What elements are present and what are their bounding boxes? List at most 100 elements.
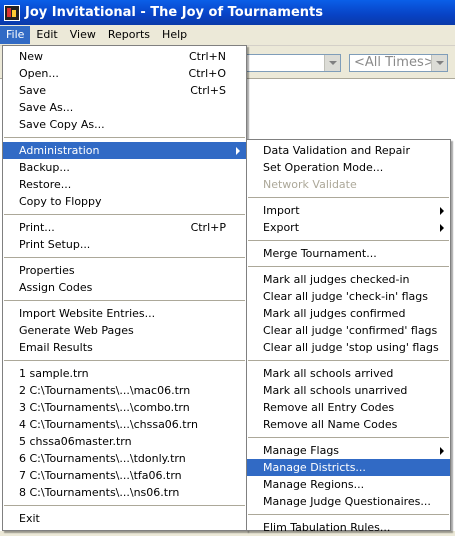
menu-item-import-website-entries[interactable]: Import Website Entries... [3, 305, 246, 322]
menu-item-save-copy-as[interactable]: Save Copy As... [3, 116, 246, 133]
menu-item-label: 1 sample.trn [19, 367, 89, 380]
menu-item-label: Data Validation and Repair [263, 144, 410, 157]
filter-combo[interactable] [246, 54, 341, 72]
menu-item-shortcut: Ctrl+P [190, 221, 226, 234]
menu-item-new[interactable]: New Ctrl+N [3, 48, 246, 65]
menu-item-administration[interactable]: Administration [3, 142, 246, 159]
menu-separator [4, 137, 245, 138]
menu-item-clear-all-judge-check-in-flags[interactable]: Clear all judge 'check-in' flags [247, 288, 450, 305]
menu-item-7-c-tournaments-tfa06-trn[interactable]: 7 C:\Tournaments\...\tfa06.trn [3, 467, 246, 484]
menu-item-elim-tabulation-rules[interactable]: Elim Tabulation Rules... [247, 519, 450, 536]
menu-item-label: New [19, 50, 43, 63]
menu-item-8-c-tournaments-ns06-trn[interactable]: 8 C:\Tournaments\...\ns06.trn [3, 484, 246, 501]
menu-item-label: Email Results [19, 341, 93, 354]
menu-item-3-c-tournaments-combo-trn[interactable]: 3 C:\Tournaments\...\combo.trn [3, 399, 246, 416]
menu-item-exit[interactable]: Exit [3, 510, 246, 527]
menu-item-manage-judge-questionaires[interactable]: Manage Judge Questionaires... [247, 493, 450, 510]
times-combo[interactable]: <All Times> [349, 54, 448, 72]
menu-item-4-c-tournaments-chssa06-trn[interactable]: 4 C:\Tournaments\...\chssa06.trn [3, 416, 246, 433]
menu-help[interactable]: Help [156, 26, 193, 44]
menu-item-label: Network Validate [263, 178, 357, 191]
menu-item-label: 7 C:\Tournaments\...\tfa06.trn [19, 469, 182, 482]
menu-separator [248, 240, 449, 241]
menu-item-5-chssa06master-trn[interactable]: 5 chssa06master.trn [3, 433, 246, 450]
menu-item-manage-flags[interactable]: Manage Flags [247, 442, 450, 459]
chevron-down-icon[interactable] [431, 55, 447, 71]
menu-view[interactable]: View [64, 26, 102, 44]
menu-item-restore[interactable]: Restore... [3, 176, 246, 193]
menu-item-label: Remove all Entry Codes [263, 401, 395, 414]
menu-item-print[interactable]: Print... Ctrl+P [3, 219, 246, 236]
menu-item-label: Mark all schools unarrived [263, 384, 408, 397]
times-combo-value: <All Times> [354, 55, 435, 70]
menu-item-label: Manage Flags [263, 444, 340, 457]
menu-separator [4, 257, 245, 258]
menu-item-export[interactable]: Export [247, 219, 450, 236]
menu-item-properties[interactable]: Properties [3, 262, 246, 279]
menu-file[interactable]: File [0, 26, 31, 44]
menu-separator [4, 360, 245, 361]
menu-item-label: 2 C:\Tournaments\...\mac06.trn [19, 384, 191, 397]
menu-item-save[interactable]: Save Ctrl+S [3, 82, 246, 99]
menu-item-6-c-tournaments-tdonly-trn[interactable]: 6 C:\Tournaments\...\tdonly.trn [3, 450, 246, 467]
menu-separator [4, 300, 245, 301]
menu-item-label: Restore... [19, 178, 72, 191]
chevron-right-icon [440, 447, 444, 455]
menu-item-remove-all-entry-codes[interactable]: Remove all Entry Codes [247, 399, 450, 416]
menu-item-label: Print Setup... [19, 238, 91, 251]
chevron-right-icon [236, 147, 240, 155]
menu-item-email-results[interactable]: Email Results [3, 339, 246, 356]
menu-item-label: Import Website Entries... [19, 307, 156, 320]
menu-item-shortcut: Ctrl+S [190, 84, 226, 97]
menu-item-label: Elim Tabulation Rules... [263, 521, 391, 534]
menu-edit[interactable]: Edit [30, 26, 63, 44]
menu-reports[interactable]: Reports [102, 26, 156, 44]
menu-item-label: Mark all schools arrived [263, 367, 394, 380]
chevron-down-icon[interactable] [324, 55, 340, 71]
menu-item-label: Export [263, 221, 300, 234]
menu-item-label: Print... [19, 221, 55, 234]
menu-item-2-c-tournaments-mac06-trn[interactable]: 2 C:\Tournaments\...\mac06.trn [3, 382, 246, 399]
menu-item-mark-all-schools-unarrived[interactable]: Mark all schools unarrived [247, 382, 450, 399]
menu-item-save-as[interactable]: Save As... [3, 99, 246, 116]
menu-item-mark-all-schools-arrived[interactable]: Mark all schools arrived [247, 365, 450, 382]
menu-item-backup[interactable]: Backup... [3, 159, 246, 176]
menu-item-clear-all-judge-stop-using-flags[interactable]: Clear all judge 'stop using' flags [247, 339, 450, 356]
menu-item-manage-districts[interactable]: Manage Districts... [247, 459, 450, 476]
menu-item-label: Save Copy As... [19, 118, 105, 131]
menu-item-label: Administration [19, 144, 100, 157]
menu-item-label: 3 C:\Tournaments\...\combo.trn [19, 401, 190, 414]
menu-item-label: Set Operation Mode... [263, 161, 384, 174]
menu-item-manage-regions[interactable]: Manage Regions... [247, 476, 450, 493]
menu-item-clear-all-judge-confirmed-flags[interactable]: Clear all judge 'confirmed' flags [247, 322, 450, 339]
menu-separator [248, 514, 449, 515]
menu-item-label: Save [19, 84, 47, 97]
chevron-right-icon [440, 207, 444, 215]
menu-item-generate-web-pages[interactable]: Generate Web Pages [3, 322, 246, 339]
menu-item-print-setup[interactable]: Print Setup... [3, 236, 246, 253]
administration-submenu: Data Validation and Repair Set Operation … [246, 139, 451, 534]
menu-item-set-operation-mode[interactable]: Set Operation Mode... [247, 159, 450, 176]
menu-item-copy-to-floppy[interactable]: Copy to Floppy [3, 193, 246, 210]
menu-item-import[interactable]: Import [247, 202, 450, 219]
menu-item-mark-all-judges-confirmed[interactable]: Mark all judges confirmed [247, 305, 450, 322]
menu-item-label: Mark all judges checked-in [263, 273, 410, 286]
menu-item-1-sample-trn[interactable]: 1 sample.trn [3, 365, 246, 382]
menu-item-mark-all-judges-checked-in[interactable]: Mark all judges checked-in [247, 271, 450, 288]
menu-item-merge-tournament[interactable]: Merge Tournament... [247, 245, 450, 262]
menu-item-open[interactable]: Open... Ctrl+O [3, 65, 246, 82]
menu-item-data-validation-and-repair[interactable]: Data Validation and Repair [247, 142, 450, 159]
menu-item-label: 4 C:\Tournaments\...\chssa06.trn [19, 418, 198, 431]
menu-item-label: Manage Regions... [263, 478, 365, 491]
menu-item-label: Backup... [19, 161, 70, 174]
menu-item-label: 6 C:\Tournaments\...\tdonly.trn [19, 452, 186, 465]
menu-item-shortcut: Ctrl+O [188, 67, 226, 80]
window-title: Joy Invitational - The Joy of Tournament… [25, 5, 323, 20]
menu-item-label: Merge Tournament... [263, 247, 377, 260]
menu-separator [248, 266, 449, 267]
menu-item-remove-all-name-codes[interactable]: Remove all Name Codes [247, 416, 450, 433]
menu-separator [248, 197, 449, 198]
menu-item-shortcut: Ctrl+N [188, 50, 226, 63]
menu-separator [4, 214, 245, 215]
menu-item-assign-codes[interactable]: Assign Codes [3, 279, 246, 296]
